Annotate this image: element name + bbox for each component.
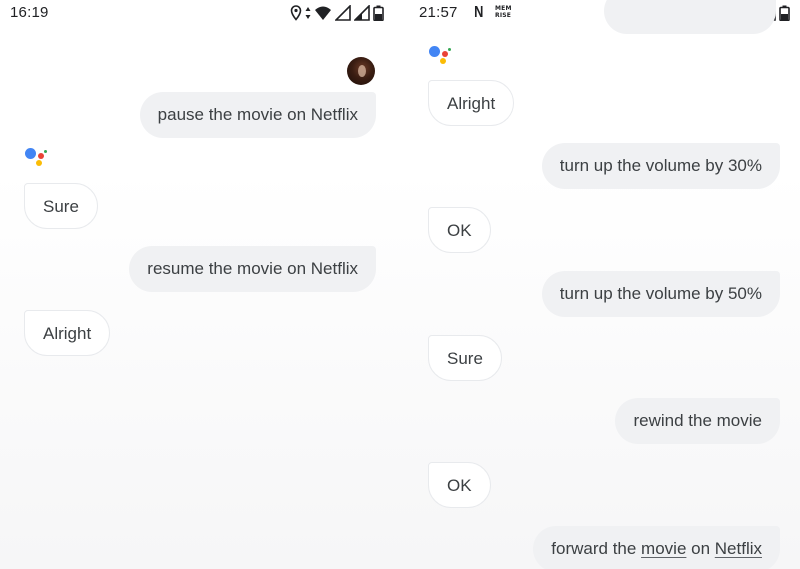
signal-icon xyxy=(354,5,370,21)
n-app-icon: N xyxy=(474,4,484,21)
user-message-bubble: pause the movie on Netflix xyxy=(139,92,376,138)
user-avatar xyxy=(347,57,375,85)
left-screenshot: 16:19 pause the movie on Netflix Sure re… xyxy=(0,0,400,569)
user-message-bubble: resume the movie on Netflix xyxy=(129,246,376,292)
battery-icon xyxy=(779,5,790,21)
user-message-bubble: forward the movie on Netflix xyxy=(533,526,780,569)
status-time: 16:19 xyxy=(10,4,49,21)
status-bar: 16:19 xyxy=(0,0,400,26)
memrise-app-icon: MEM RISE xyxy=(495,5,512,19)
movie-entity-link[interactable]: movie xyxy=(641,539,686,558)
google-assistant-icon xyxy=(429,46,457,70)
status-time: 21:57 xyxy=(419,4,458,21)
assistant-message-bubble: Alright xyxy=(24,310,111,356)
netflix-entity-link[interactable]: Netflix xyxy=(715,539,762,558)
battery-icon xyxy=(373,5,384,21)
wifi-icon xyxy=(315,6,331,20)
status-icons xyxy=(290,3,384,23)
assistant-message-bubble: OK xyxy=(428,462,491,508)
location-icon xyxy=(290,5,302,21)
user-message-bubble-partial xyxy=(604,0,776,34)
message-text: on xyxy=(686,539,715,558)
data-arrows-icon xyxy=(305,7,311,19)
assistant-message-bubble: OK xyxy=(428,207,491,253)
assistant-message-bubble: Sure xyxy=(428,335,502,381)
user-message-bubble: turn up the volume by 50% xyxy=(541,271,780,317)
user-message-bubble: rewind the movie xyxy=(615,398,780,444)
signal-icon xyxy=(335,5,351,21)
right-screenshot: 21:57 N MEM RISE Alright turn up the vol… xyxy=(400,0,800,569)
assistant-message-bubble: Sure xyxy=(24,183,98,229)
assistant-message-bubble: Alright xyxy=(428,80,515,126)
user-message-bubble: turn up the volume by 30% xyxy=(541,143,780,189)
message-text: forward the xyxy=(551,539,642,558)
google-assistant-icon xyxy=(25,148,53,172)
